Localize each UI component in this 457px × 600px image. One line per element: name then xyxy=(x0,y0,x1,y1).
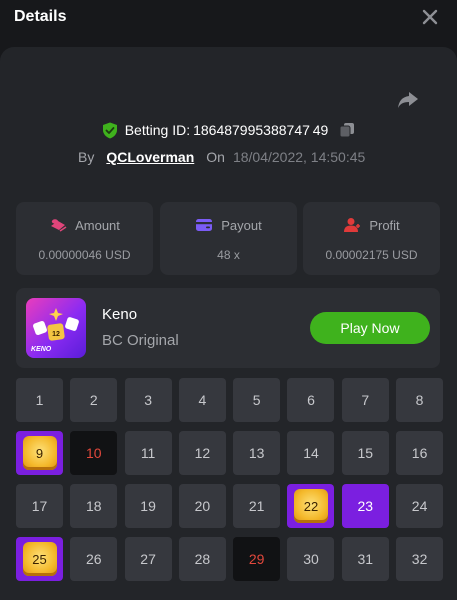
keno-cell[interactable]: 17 xyxy=(16,484,63,528)
stat-amount-label: Amount xyxy=(75,217,120,233)
keno-cell[interactable]: 16 xyxy=(396,431,444,475)
stat-profit-label: Profit xyxy=(369,217,400,233)
keno-cell-number: 12 xyxy=(194,445,211,461)
game-subtitle: BC Original xyxy=(102,332,179,349)
keno-cell-number: 8 xyxy=(415,392,424,408)
keno-cell-number: 27 xyxy=(140,551,156,567)
keno-cell[interactable]: 7 xyxy=(341,378,389,422)
keno-cell[interactable]: 5 xyxy=(233,378,281,422)
stat-amount: Amount 0.00000046 USD xyxy=(16,202,153,275)
keno-cell[interactable]: 22 xyxy=(287,484,335,528)
keno-cell[interactable]: 29 xyxy=(233,537,281,581)
keno-cell-number: 4 xyxy=(198,392,207,408)
keno-cell-number: 30 xyxy=(303,551,319,567)
keno-cell[interactable]: 13 xyxy=(233,431,281,475)
betting-id-value: 186487995388747 49 xyxy=(193,122,329,138)
wallet-icon xyxy=(196,219,213,231)
keno-cell[interactable]: 14 xyxy=(287,431,335,475)
keno-cell[interactable]: 19 xyxy=(124,484,172,528)
user-profit-icon xyxy=(344,218,361,232)
keno-cell-number: 20 xyxy=(194,498,211,514)
bet-datetime: 18/04/2022, 14:50:45 xyxy=(232,149,366,165)
keno-cell[interactable]: 15 xyxy=(341,431,389,475)
keno-cell-number: 15 xyxy=(357,445,374,461)
on-label: On xyxy=(206,149,225,165)
keno-cell[interactable]: 12 xyxy=(178,431,226,475)
stat-payout: Payout 48 x xyxy=(160,202,297,275)
keno-cell[interactable]: 1 xyxy=(16,378,63,422)
keno-cell[interactable]: 8 xyxy=(396,378,444,422)
keno-cell[interactable]: 21 xyxy=(233,484,281,528)
keno-cell[interactable]: 11 xyxy=(124,431,172,475)
play-now-button[interactable]: Play Now xyxy=(310,312,430,344)
keno-cell-number: 6 xyxy=(307,392,315,408)
stat-profit: Profit 0.00002175 USD xyxy=(303,202,440,275)
modal-title: Details xyxy=(14,8,67,25)
keno-cell[interactable]: 23 xyxy=(341,484,389,528)
keno-cell[interactable]: 24 xyxy=(396,484,444,528)
keno-cell-number: 19 xyxy=(140,498,156,514)
keno-cell-number: 3 xyxy=(144,392,152,408)
keno-cell-number: 23 xyxy=(357,498,374,514)
keno-cell[interactable]: 6 xyxy=(287,378,335,422)
close-icon[interactable] xyxy=(421,8,439,26)
stat-payout-label: Payout xyxy=(221,217,262,233)
keno-cell-number: 2 xyxy=(89,392,98,408)
betting-id-row: Betting ID: 186487995388747 49 xyxy=(0,120,457,140)
keno-cell-number: 10 xyxy=(86,445,102,461)
keno-cell-number: 17 xyxy=(31,498,48,514)
keno-cell[interactable]: 31 xyxy=(341,537,389,581)
keno-cell[interactable]: 20 xyxy=(178,484,226,528)
gem-hit-icon: 22 xyxy=(293,489,328,523)
keno-thumbnail[interactable]: 12 KENO xyxy=(26,298,86,358)
coins-icon xyxy=(51,219,67,232)
share-icon[interactable] xyxy=(396,90,420,110)
keno-cell[interactable]: 18 xyxy=(70,484,118,528)
keno-cell-number: 7 xyxy=(361,392,370,408)
keno-cell-number: 26 xyxy=(86,551,102,567)
gem-hit-icon: 9 xyxy=(22,436,57,470)
stat-profit-value: 0.00002175 USD xyxy=(325,248,418,262)
by-label: By xyxy=(78,149,95,165)
keno-cell-number: 32 xyxy=(411,551,428,567)
keno-number-grid: 1 2 3 4 5 6 7 8 9 10 11 12 13 14 15 16 17 18 19 20 21 22 23 24 2… xyxy=(16,378,444,581)
keno-cell-number: 14 xyxy=(303,445,319,461)
keno-cell-number: 29 xyxy=(248,551,265,567)
keno-cell[interactable]: 4 xyxy=(178,378,226,422)
keno-cell[interactable]: 28 xyxy=(178,537,226,581)
keno-cell-number: 5 xyxy=(252,392,261,408)
keno-cell[interactable]: 2 xyxy=(70,378,118,422)
gem-hit-icon: 25 xyxy=(22,542,57,576)
betting-id-label: Betting ID: xyxy=(124,122,191,138)
stat-payout-value: 48 x xyxy=(217,248,240,262)
keno-thumb-label: KENO xyxy=(31,346,52,353)
username-link[interactable]: QCLoverman xyxy=(106,149,194,165)
keno-cell-number: 21 xyxy=(248,498,265,514)
keno-cell-number: 1 xyxy=(35,392,44,408)
keno-cell[interactable]: 30 xyxy=(287,537,335,581)
keno-cell[interactable]: 9 xyxy=(16,431,63,475)
keno-cell[interactable]: 26 xyxy=(70,537,118,581)
modal-header: Details xyxy=(0,0,457,40)
svg-text:12: 12 xyxy=(52,331,60,338)
keno-cell-number: 24 xyxy=(411,498,428,514)
author-row: By QCLoverman On 18/04/2022, 14:50:45 xyxy=(78,147,365,167)
keno-cell-number: 28 xyxy=(194,551,211,567)
stat-amount-value: 0.00000046 USD xyxy=(38,248,131,262)
shield-check-icon xyxy=(102,122,117,138)
keno-cell[interactable]: 32 xyxy=(396,537,444,581)
keno-cell-number: 16 xyxy=(411,445,428,461)
game-name: Keno xyxy=(102,306,138,323)
copy-icon[interactable] xyxy=(339,122,355,138)
keno-cell-number: 11 xyxy=(140,445,156,461)
keno-cell-number: 18 xyxy=(86,498,102,514)
keno-cell[interactable]: 10 xyxy=(70,431,118,475)
keno-cell[interactable]: 3 xyxy=(124,378,172,422)
game-card: 12 KENO Keno BC Original Play Now xyxy=(16,288,440,368)
keno-cell[interactable]: 27 xyxy=(124,537,172,581)
keno-cell-number: 13 xyxy=(248,445,265,461)
keno-cell-number: 31 xyxy=(357,551,374,567)
keno-cell[interactable]: 25 xyxy=(16,537,63,581)
